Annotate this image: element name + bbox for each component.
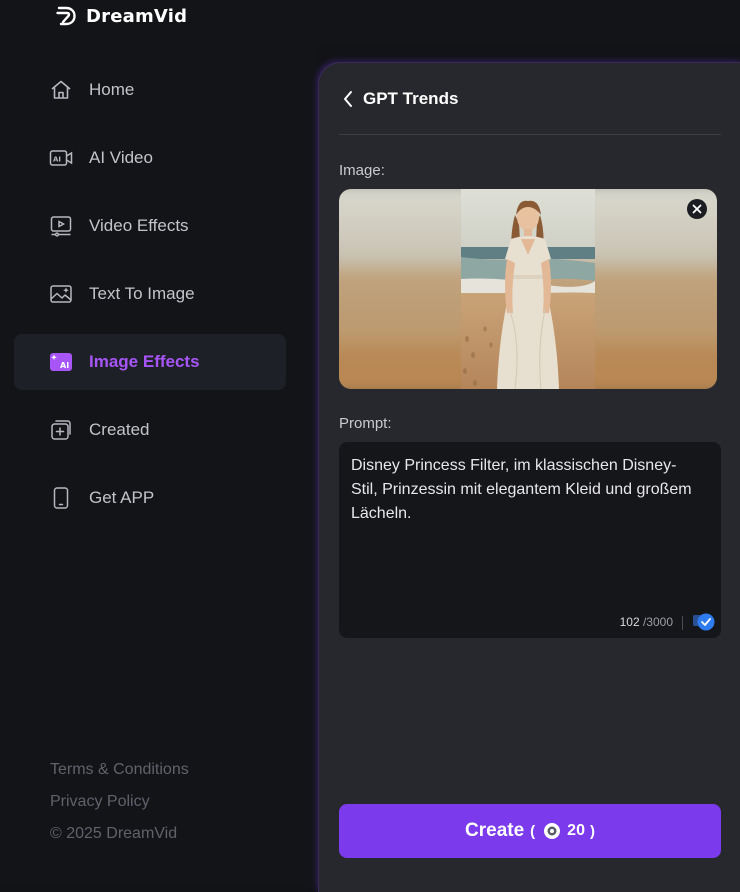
dreamvid-logo-icon [56, 6, 76, 26]
ai-video-icon: AI [49, 146, 73, 170]
credit-coin-icon [544, 823, 561, 839]
text-to-image-icon [49, 282, 73, 306]
create-button[interactable]: Create ( 20 ) [339, 804, 721, 858]
prompt-input[interactable]: Disney Princess Filter, im klassischen D… [351, 454, 701, 604]
image-label: Image: [339, 162, 385, 179]
sidebar-item-label: Text To Image [89, 284, 195, 303]
sidebar-item-image-effects[interactable]: AI Image Effects [14, 334, 286, 390]
panel-title: GPT Trends [363, 88, 459, 108]
sidebar-item-label: Home [89, 80, 135, 99]
privacy-link[interactable]: Privacy Policy [50, 786, 189, 818]
translate-check-icon [693, 613, 715, 631]
char-count-max: /3000 [642, 615, 673, 629]
sidebar: Home AI AI Video Video Effects Text To I… [0, 46, 318, 882]
brand-name: DreamVid [86, 5, 188, 27]
close-paren: ) [589, 822, 595, 840]
divider [682, 616, 683, 630]
sidebar-item-video-effects[interactable]: Video Effects [14, 198, 286, 254]
svg-text:AI: AI [53, 156, 61, 164]
created-icon [49, 418, 73, 442]
sidebar-item-label: Image Effects [89, 352, 200, 371]
sidebar-item-label: Get APP [89, 488, 155, 507]
home-icon [49, 78, 73, 102]
create-label: Create [465, 820, 525, 841]
phone-icon [49, 486, 73, 510]
sidebar-item-home[interactable]: Home [14, 62, 286, 118]
open-paren: ( [530, 822, 536, 840]
video-effects-icon [49, 214, 73, 238]
char-counter: 102 /3000 [620, 615, 673, 629]
uploaded-image[interactable] [339, 189, 717, 389]
terms-link[interactable]: Terms & Conditions [50, 754, 189, 786]
sidebar-item-label: AI Video [89, 148, 153, 167]
sidebar-item-ai-video[interactable]: AI AI Video [14, 130, 286, 186]
sidebar-item-created[interactable]: Created [14, 402, 286, 458]
sidebar-item-text-to-image[interactable]: Text To Image [14, 266, 286, 322]
sidebar-item-label: Created [89, 420, 150, 439]
gpt-trends-panel: GPT Trends Image: Prompt: Disney Princes… [318, 62, 740, 892]
sidebar-item-get-app[interactable]: Get APP [14, 470, 286, 526]
prompt-label: Prompt: [339, 415, 392, 432]
chevron-left-icon [344, 90, 352, 107]
brand[interactable]: DreamVid [55, 2, 187, 30]
back-button[interactable] [339, 88, 357, 110]
credit-cost: 20 [567, 822, 585, 839]
sidebar-item-label: Video Effects [89, 216, 189, 235]
svg-text:AI: AI [60, 361, 69, 370]
translate-toggle-button[interactable] [692, 612, 716, 632]
close-icon [692, 204, 702, 214]
panel-header: GPT Trends [339, 87, 721, 135]
sidebar-footer: Terms & Conditions Privacy Policy © 2025… [50, 754, 189, 850]
image-effects-icon: AI [49, 350, 73, 374]
copyright-text: © 2025 DreamVid [50, 825, 178, 842]
prompt-box: Disney Princess Filter, im klassischen D… [339, 442, 721, 638]
woman-on-beach-photo [461, 189, 595, 389]
top-bar: DreamVid [0, 0, 740, 46]
char-count-value: 102 [619, 615, 640, 629]
remove-image-button[interactable] [687, 199, 707, 219]
